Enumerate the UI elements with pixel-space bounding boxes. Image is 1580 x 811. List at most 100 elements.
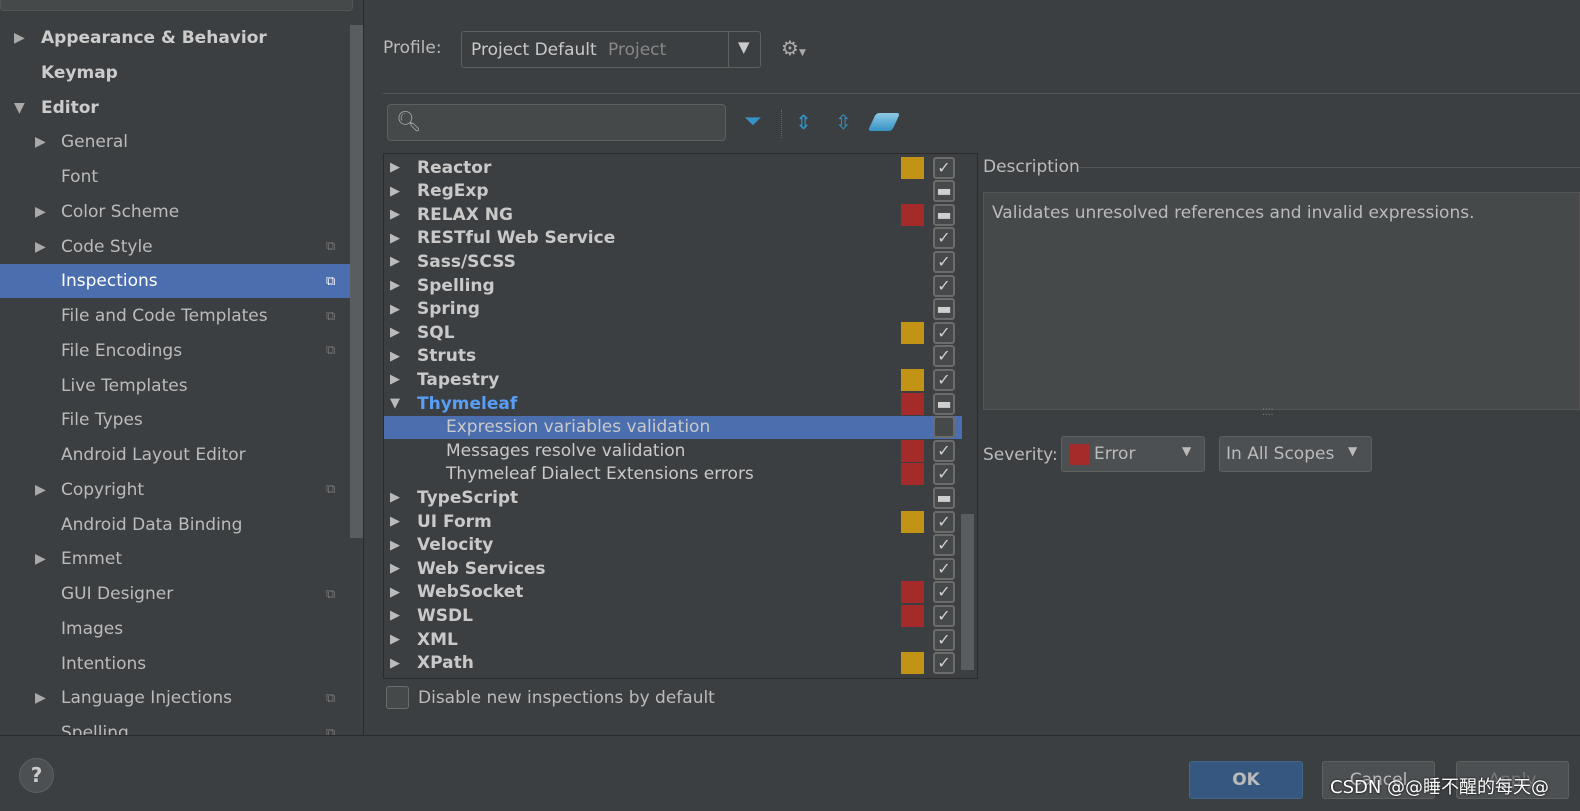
chevron-down-icon[interactable]: ▼ bbox=[390, 396, 400, 411]
sidebar-item-android-layout-editor[interactable]: Android Layout Editor bbox=[0, 438, 350, 472]
chevron-down-icon[interactable]: ▼ bbox=[14, 100, 25, 116]
tree-row[interactable]: ▶ Spelling ✓ bbox=[384, 274, 962, 297]
tree-row[interactable]: Thymeleaf Dialect Extensions errors ✓ bbox=[384, 463, 962, 486]
tree-row[interactable]: ▶ RELAX NG ▬ bbox=[384, 203, 962, 226]
expand-all-icon[interactable]: ⇕ bbox=[795, 110, 812, 134]
chevron-right-icon[interactable]: ▶ bbox=[390, 538, 400, 553]
chevron-right-icon[interactable]: ▶ bbox=[35, 134, 46, 150]
enabled-checkbox[interactable]: ✓ bbox=[933, 463, 955, 486]
tree-row[interactable]: Expression variables validation bbox=[384, 415, 962, 439]
sidebar-item-general[interactable]: ▶ General bbox=[0, 125, 350, 159]
enabled-checkbox[interactable]: ✓ bbox=[933, 510, 955, 533]
chevron-right-icon[interactable]: ▶ bbox=[390, 207, 400, 222]
filter-icon[interactable]: ⏷ bbox=[744, 109, 762, 134]
chevron-right-icon[interactable]: ▶ bbox=[35, 482, 46, 498]
chevron-right-icon[interactable]: ▶ bbox=[390, 254, 400, 269]
sidebar-item-file-and-code-templates[interactable]: File and Code Templates ⧉ bbox=[0, 299, 350, 333]
tree-row[interactable]: ▶ RegExp ▬ bbox=[384, 180, 962, 203]
tree-row[interactable]: Messages resolve validation ✓ bbox=[384, 439, 962, 462]
sidebar-item-file-encodings[interactable]: File Encodings ⧉ bbox=[0, 334, 350, 368]
chevron-right-icon[interactable]: ▶ bbox=[35, 551, 46, 567]
enabled-checkbox[interactable]: ▬ bbox=[933, 203, 955, 226]
tree-row[interactable]: ▶ WSDL ✓ bbox=[384, 604, 962, 627]
sidebar-item-keymap[interactable]: Keymap bbox=[0, 56, 350, 90]
tree-row[interactable]: ▶ Reactor ✓ bbox=[384, 156, 962, 179]
tree-row[interactable]: ▶ RESTful Web Service ✓ bbox=[384, 227, 962, 250]
sidebar-item-images[interactable]: Images bbox=[0, 612, 350, 646]
enabled-checkbox[interactable]: ✓ bbox=[933, 274, 955, 297]
tree-row[interactable]: ▶ Tapestry ✓ bbox=[384, 368, 962, 391]
chevron-right-icon[interactable]: ▶ bbox=[390, 490, 400, 505]
chevron-right-icon[interactable]: ▶ bbox=[390, 325, 400, 340]
chevron-right-icon[interactable]: ▶ bbox=[390, 632, 400, 647]
tree-row[interactable]: ▶ SQL ✓ bbox=[384, 321, 962, 344]
sidebar-item-editor[interactable]: ▼ Editor bbox=[0, 91, 350, 125]
chevron-right-icon[interactable]: ▶ bbox=[390, 372, 400, 387]
tree-row[interactable]: ▶ XPath ✓ bbox=[384, 652, 962, 675]
chevron-right-icon[interactable]: ▶ bbox=[390, 656, 400, 671]
chevron-right-icon[interactable]: ▶ bbox=[390, 160, 400, 175]
enabled-checkbox[interactable] bbox=[933, 416, 955, 439]
sidebar-item-gui-designer[interactable]: GUI Designer ⧉ bbox=[0, 577, 350, 611]
help-button[interactable]: ? bbox=[19, 758, 54, 793]
ok-button[interactable]: OK bbox=[1189, 761, 1303, 799]
chevron-right-icon[interactable]: ▶ bbox=[35, 204, 46, 220]
tree-row[interactable]: ▶ Web Services ✓ bbox=[384, 557, 962, 580]
chevron-right-icon[interactable]: ▶ bbox=[390, 302, 400, 317]
splitter-handle[interactable]: ⁚⁚⁚⁚ bbox=[1262, 408, 1273, 418]
enabled-checkbox[interactable]: ✓ bbox=[933, 534, 955, 557]
sidebar-item-code-style[interactable]: ▶ Code Style ⧉ bbox=[0, 230, 350, 264]
enabled-checkbox[interactable]: ✓ bbox=[933, 557, 955, 580]
tree-row[interactable]: ▶ WebSocket ✓ bbox=[384, 581, 962, 604]
enabled-checkbox[interactable]: ▬ bbox=[933, 180, 955, 203]
sidebar-item-inspections[interactable]: Inspections ⧉ bbox=[0, 264, 350, 299]
enabled-checkbox[interactable]: ✓ bbox=[933, 604, 955, 627]
enabled-checkbox[interactable]: ▬ bbox=[933, 298, 955, 321]
chevron-right-icon[interactable]: ▶ bbox=[35, 690, 46, 706]
reset-eraser-icon[interactable] bbox=[867, 113, 901, 131]
enabled-checkbox[interactable]: ▬ bbox=[933, 392, 955, 415]
inspection-search-input[interactable]: 🔍︎ bbox=[387, 104, 726, 141]
chevron-right-icon[interactable]: ▶ bbox=[390, 184, 400, 199]
enabled-checkbox[interactable]: ✓ bbox=[933, 250, 955, 273]
sidebar-item-language-injections[interactable]: ▶ Language Injections ⧉ bbox=[0, 681, 350, 715]
chevron-right-icon[interactable]: ▶ bbox=[390, 608, 400, 623]
gear-icon[interactable]: ⚙▼ bbox=[781, 36, 806, 60]
sidebar-item-copyright[interactable]: ▶ Copyright ⧉ bbox=[0, 473, 350, 507]
sidebar-item-file-types[interactable]: File Types bbox=[0, 403, 350, 437]
chevron-right-icon[interactable]: ▶ bbox=[390, 514, 400, 529]
tree-row[interactable]: ▶ UI Form ✓ bbox=[384, 510, 962, 533]
severity-dropdown[interactable]: Error ▼ bbox=[1061, 436, 1205, 472]
chevron-right-icon[interactable]: ▶ bbox=[390, 561, 400, 576]
enabled-checkbox[interactable]: ✓ bbox=[933, 156, 955, 179]
tree-row[interactable]: ▶ Struts ✓ bbox=[384, 345, 962, 368]
tree-row[interactable]: ▶ Velocity ✓ bbox=[384, 534, 962, 557]
enabled-checkbox[interactable]: ✓ bbox=[933, 439, 955, 462]
profile-dropdown[interactable]: Project Default Project ▼ bbox=[461, 31, 761, 68]
sidebar-item-appearance-behavior[interactable]: ▶ Appearance & Behavior bbox=[0, 21, 350, 55]
sidebar-item-spelling[interactable]: Spelling ⧉ bbox=[0, 716, 350, 735]
chevron-right-icon[interactable]: ▶ bbox=[390, 278, 400, 293]
enabled-checkbox[interactable]: ✓ bbox=[933, 345, 955, 368]
tree-row[interactable]: ▶ TypeScript ▬ bbox=[384, 486, 962, 509]
tree-row[interactable]: ▶ Spring ▬ bbox=[384, 298, 962, 321]
tree-row[interactable]: ▼ Thymeleaf ▬ bbox=[384, 392, 962, 415]
tree-scrollbar[interactable] bbox=[961, 514, 974, 670]
sidebar-item-live-templates[interactable]: Live Templates bbox=[0, 369, 350, 403]
enabled-checkbox[interactable]: ✓ bbox=[933, 628, 955, 651]
scope-dropdown[interactable]: In All Scopes ▼ bbox=[1219, 436, 1372, 472]
enabled-checkbox[interactable]: ✓ bbox=[933, 227, 955, 250]
chevron-right-icon[interactable]: ▶ bbox=[14, 30, 25, 46]
chevron-right-icon[interactable]: ▶ bbox=[390, 231, 400, 246]
disable-new-checkbox[interactable] bbox=[386, 686, 409, 709]
enabled-checkbox[interactable]: ✓ bbox=[933, 321, 955, 344]
chevron-right-icon[interactable]: ▶ bbox=[390, 585, 400, 600]
sidebar-item-font[interactable]: Font bbox=[0, 160, 350, 194]
enabled-checkbox[interactable]: ▬ bbox=[933, 486, 955, 509]
sidebar-item-color-scheme[interactable]: ▶ Color Scheme bbox=[0, 195, 350, 229]
chevron-right-icon[interactable]: ▶ bbox=[35, 239, 46, 255]
tree-row[interactable]: ▶ Sass/SCSS ✓ bbox=[384, 250, 962, 273]
sidebar-item-emmet[interactable]: ▶ Emmet bbox=[0, 542, 350, 576]
sidebar-item-intentions[interactable]: Intentions bbox=[0, 647, 350, 681]
collapse-all-icon[interactable]: ⇳ bbox=[835, 110, 852, 134]
